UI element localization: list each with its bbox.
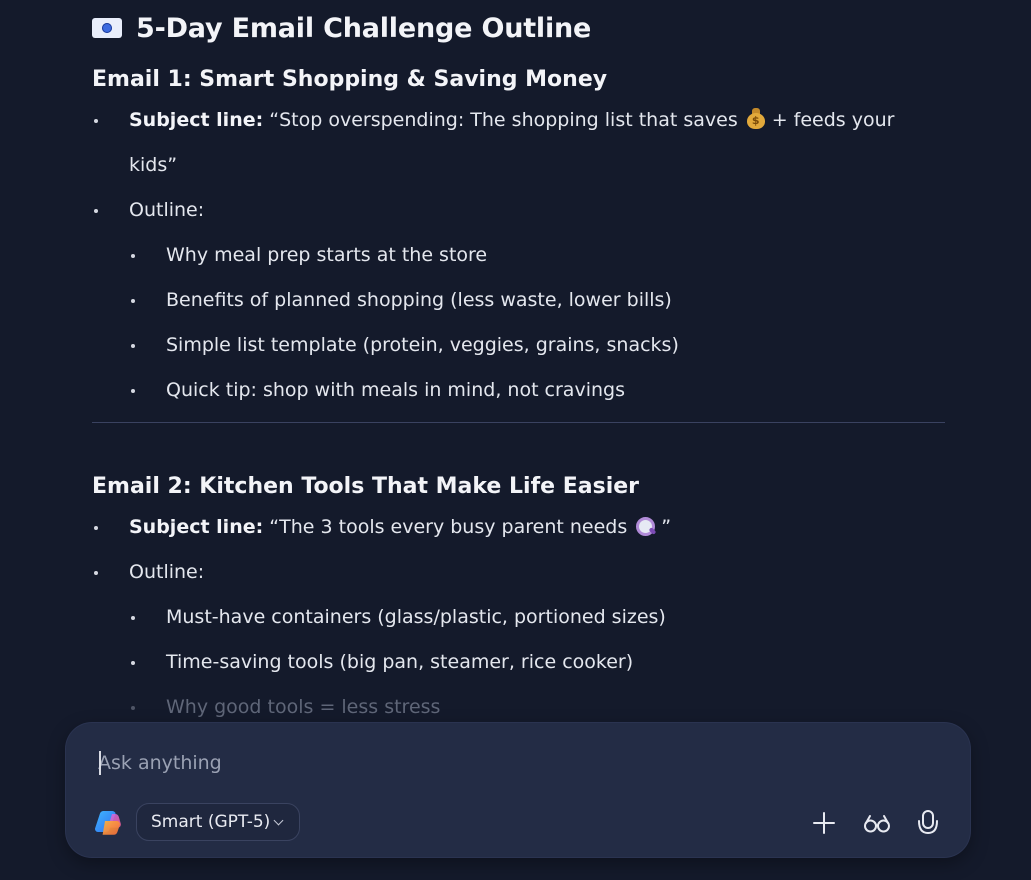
plus-icon bbox=[813, 812, 835, 834]
vision-button[interactable] bbox=[860, 806, 894, 840]
calendar-icon bbox=[92, 18, 122, 38]
response-content: 5-Day Email Challenge Outline Email 1: S… bbox=[92, 6, 946, 730]
email-1-section: Email 1: Smart Shopping & Saving Money S… bbox=[92, 60, 946, 413]
outline-label: Outline: bbox=[129, 561, 205, 583]
model-selector-label: Smart (GPT-5) bbox=[151, 812, 271, 832]
email-1-outline: Outline: bbox=[92, 188, 946, 233]
email-1-subject: Subject line: “Stop overspending: The sh… bbox=[92, 98, 946, 188]
list-item: Why meal prep starts at the store bbox=[92, 233, 946, 278]
email-2-list: Subject line: “The 3 tools every busy pa… bbox=[92, 505, 946, 730]
section-divider bbox=[92, 422, 945, 423]
email-1-list: Subject line: “Stop overspending: The sh… bbox=[92, 98, 946, 413]
money-bag-icon bbox=[746, 108, 766, 130]
model-selector[interactable]: Smart (GPT-5) bbox=[136, 803, 300, 841]
glasses-icon bbox=[864, 815, 890, 833]
email-2-section: Email 2: Kitchen Tools That Make Life Ea… bbox=[92, 467, 946, 730]
ask-input[interactable] bbox=[98, 747, 798, 779]
email-2-outline-items: Must-have containers (glass/plastic, por… bbox=[92, 595, 946, 730]
list-item: Must-have containers (glass/plastic, por… bbox=[92, 595, 946, 640]
chevron-down-icon bbox=[273, 815, 284, 826]
magnifying-glass-icon bbox=[635, 516, 657, 536]
text-caret bbox=[99, 751, 101, 775]
email-1-heading: Email 1: Smart Shopping & Saving Money bbox=[92, 66, 608, 92]
list-item: Quick tip: shop with meals in mind, not … bbox=[92, 368, 946, 413]
subject-text: “The 3 tools every busy parent needs bbox=[269, 516, 628, 538]
email-1-outline-sublist: Why meal prep starts at the store Benefi… bbox=[92, 233, 946, 413]
subject-label: Subject line: bbox=[129, 109, 264, 131]
subject-label: Subject line: bbox=[129, 516, 264, 538]
outline-label: Outline: bbox=[129, 199, 205, 221]
email-1-outline-items: Why meal prep starts at the store Benefi… bbox=[92, 233, 946, 413]
chat-composer: Smart (GPT-5) bbox=[66, 723, 970, 857]
list-item: Benefits of planned shopping (less waste… bbox=[92, 278, 946, 323]
email-2-outline: Outline: bbox=[92, 550, 946, 595]
copilot-logo-icon bbox=[95, 809, 122, 836]
add-button[interactable] bbox=[807, 806, 841, 840]
list-item: Time-saving tools (big pan, steamer, ric… bbox=[92, 640, 946, 685]
chat-page: 5-Day Email Challenge Outline Email 1: S… bbox=[0, 0, 1031, 880]
voice-button[interactable] bbox=[911, 806, 945, 840]
list-item: Simple list template (protein, veggies, … bbox=[92, 323, 946, 368]
email-2-heading: Email 2: Kitchen Tools That Make Life Ea… bbox=[92, 473, 640, 499]
page-title-text: 5-Day Email Challenge Outline bbox=[136, 12, 592, 44]
email-2-subject: Subject line: “The 3 tools every busy pa… bbox=[92, 505, 946, 550]
microphone-icon bbox=[918, 810, 938, 835]
subject-text: “Stop overspending: The shopping list th… bbox=[269, 109, 738, 131]
email-2-outline-sublist: Must-have containers (glass/plastic, por… bbox=[92, 595, 946, 730]
page-title: 5-Day Email Challenge Outline bbox=[92, 6, 946, 50]
subject-text-end: ” bbox=[661, 516, 672, 538]
